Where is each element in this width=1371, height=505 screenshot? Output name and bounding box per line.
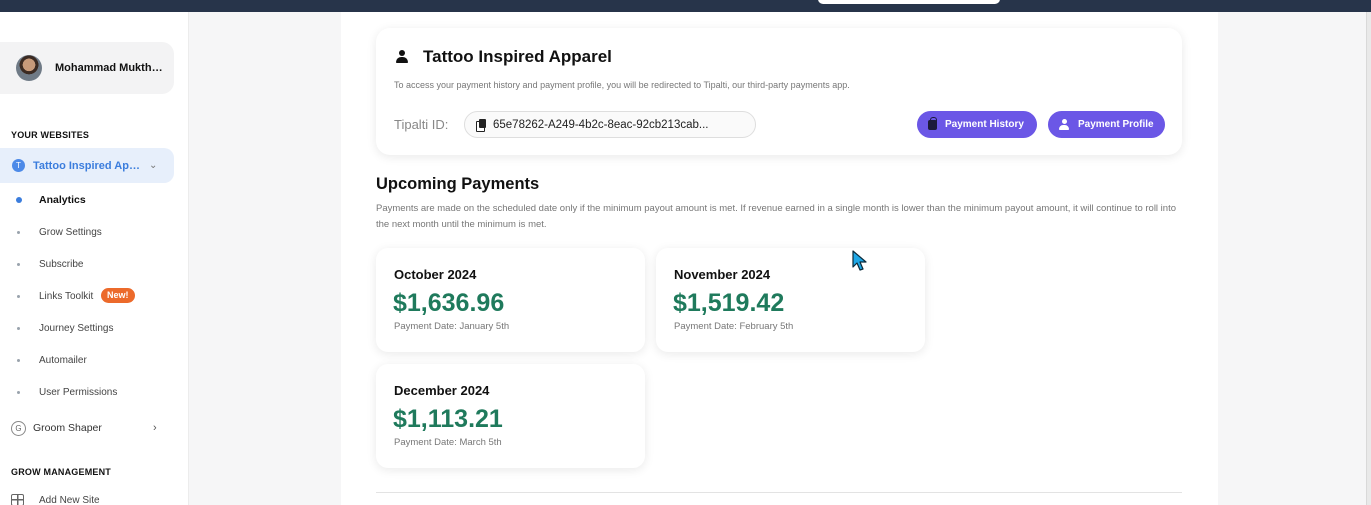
payment-month: December 2024 <box>394 383 490 398</box>
bullet-icon <box>17 358 20 362</box>
sidebar-item-label: Links Toolkit <box>39 290 94 302</box>
site-item-tattoo-inspired[interactable]: T Tattoo Inspired Appa... ⌄ <box>0 148 174 183</box>
bullet-icon <box>17 326 20 330</box>
sidebar-item-subscribe[interactable]: Subscribe <box>0 253 174 275</box>
sidebar-item-label: Journey Settings <box>39 322 114 334</box>
payment-date: Payment Date: March 5th <box>394 437 502 448</box>
add-new-site-link[interactable]: Add New Site <box>11 494 100 505</box>
sidebar-item-label: Subscribe <box>39 258 84 270</box>
person-icon <box>396 50 408 64</box>
sidebar-item-user-permissions[interactable]: User Permissions <box>0 381 174 403</box>
bullet-icon <box>17 390 20 394</box>
tipalti-id-field[interactable]: 65e78262-A249-4b2c-8eac-92cb213cab... <box>464 111 756 138</box>
section-divider <box>376 492 1182 493</box>
payment-card-december: December 2024 $1,113.21 Payment Date: Ma… <box>376 364 645 468</box>
payment-card-november: November 2024 $1,519.42 Payment Date: Fe… <box>656 248 925 352</box>
upcoming-payments-description: Payments are made on the scheduled date … <box>376 203 1177 230</box>
payment-month: November 2024 <box>674 267 771 282</box>
site-badge: G <box>11 420 26 436</box>
section-your-websites: YOUR WEBSITES <box>11 130 90 140</box>
person-icon <box>1059 119 1069 130</box>
payment-date: Payment Date: January 5th <box>394 321 510 332</box>
sidebar-item-label: Automailer <box>39 354 87 366</box>
right-gutter <box>1218 12 1371 505</box>
sidebar-item-links-toolkit[interactable]: Links Toolkit New! <box>0 285 174 307</box>
user-name: Mohammad Mukthe... <box>55 62 163 74</box>
profile-description: To access your payment history and payme… <box>394 80 850 90</box>
profile-title-row: Tattoo Inspired Apparel <box>396 47 612 67</box>
tipalti-label: Tipalti ID: <box>394 117 449 132</box>
payment-amount: $1,113.21 <box>393 405 503 433</box>
sidebar-item-label: User Permissions <box>39 386 118 398</box>
shopping-bag-icon <box>928 116 937 130</box>
site-badge: T <box>12 159 25 172</box>
payment-history-label: Payment History <box>945 119 1024 130</box>
top-bar <box>0 0 1371 12</box>
payment-profile-card: Tattoo Inspired Apparel To access your p… <box>376 28 1182 155</box>
payment-history-button[interactable]: Payment History <box>917 111 1037 138</box>
profile-title: Tattoo Inspired Apparel <box>423 47 612 66</box>
payment-month: October 2024 <box>394 267 477 282</box>
site-label: Tattoo Inspired Appa... <box>33 159 141 172</box>
active-dot-icon <box>16 197 22 203</box>
tipalti-id-value: 65e78262-A249-4b2c-8eac-92cb213cab... <box>493 118 709 131</box>
chevron-right-icon[interactable]: › <box>153 422 157 434</box>
bullet-icon <box>17 294 20 298</box>
payment-date: Payment Date: February 5th <box>674 321 794 332</box>
sidebar: Mohammad Mukthe... YOUR WEBSITES T Tatto… <box>0 12 189 505</box>
sidebar-item-journey-settings[interactable]: Journey Settings <box>0 317 174 339</box>
grid-icon <box>11 494 24 505</box>
payment-profile-button[interactable]: Payment Profile <box>1048 111 1165 138</box>
new-badge: New! <box>101 288 135 303</box>
upcoming-payments-title: Upcoming Payments <box>376 175 540 193</box>
add-new-site-label: Add New Site <box>39 494 100 505</box>
section-grow-management: GROW MANAGEMENT <box>11 467 111 477</box>
site-item-groom-shaper[interactable]: G Groom Shaper › <box>11 419 171 437</box>
sidebar-item-grow-settings[interactable]: Grow Settings <box>0 221 174 243</box>
payment-amount: $1,636.96 <box>393 289 505 317</box>
sidebar-item-analytics[interactable]: Analytics <box>0 189 174 211</box>
sidebar-item-label: Grow Settings <box>39 226 102 238</box>
user-card[interactable]: Mohammad Mukthe... <box>0 42 174 94</box>
sidebar-item-label: Analytics <box>39 194 86 206</box>
bullet-icon <box>17 230 20 234</box>
copy-icon[interactable] <box>476 119 486 132</box>
payment-card-october: October 2024 $1,636.96 Payment Date: Jan… <box>376 248 645 352</box>
payment-amount: $1,519.42 <box>673 289 785 317</box>
sidebar-item-automailer[interactable]: Automailer <box>0 349 174 371</box>
bullet-icon <box>17 262 20 266</box>
mouse-cursor-icon <box>852 250 867 271</box>
avatar <box>16 55 42 81</box>
payment-profile-label: Payment Profile <box>1078 119 1154 130</box>
site-label: Groom Shaper <box>33 422 102 434</box>
scrollbar[interactable] <box>1366 12 1371 505</box>
chevron-down-icon[interactable]: ⌄ <box>149 160 157 171</box>
top-search-pill[interactable] <box>818 0 1000 4</box>
